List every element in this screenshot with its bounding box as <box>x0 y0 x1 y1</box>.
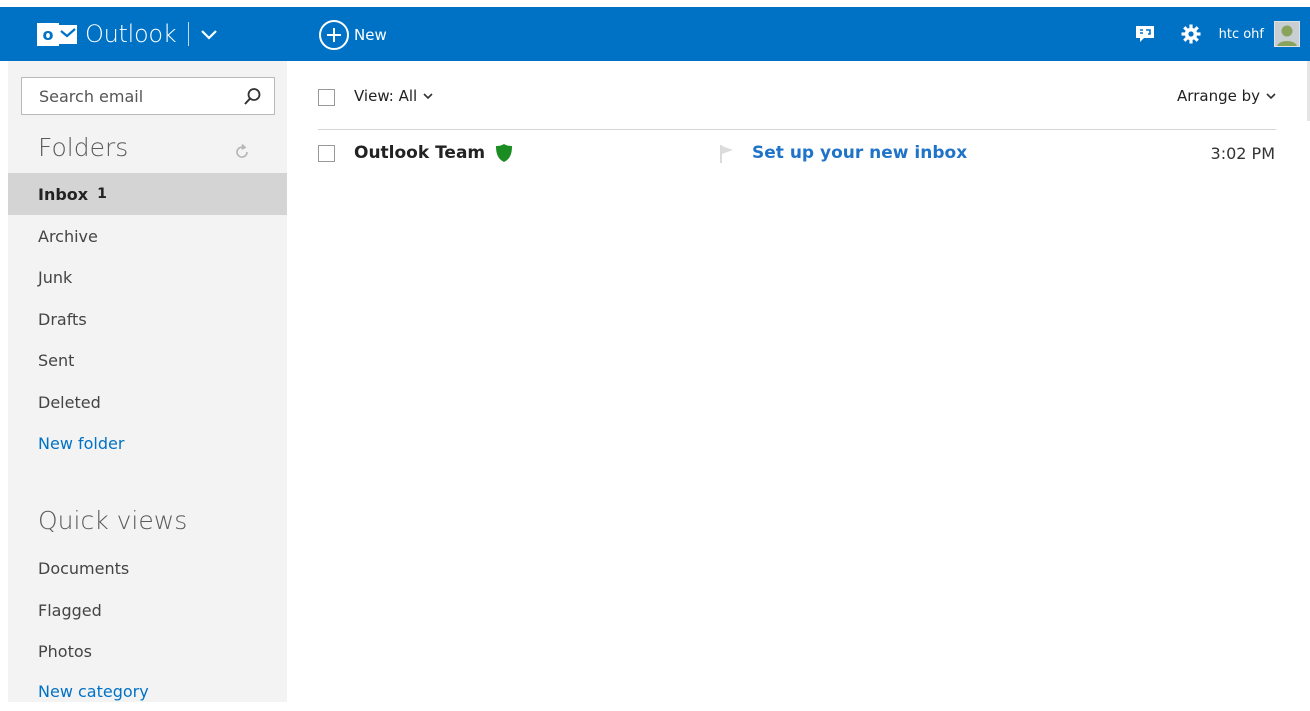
sidebar-item-label: Documents <box>38 558 130 578</box>
new-folder-label: New folder <box>38 433 125 453</box>
message-checkbox[interactable] <box>318 145 335 162</box>
avatar[interactable] <box>1274 21 1300 47</box>
sidebar-item-label: Deleted <box>38 392 101 412</box>
shield-icon <box>496 144 513 162</box>
new-category-link[interactable]: New category <box>8 671 287 711</box>
sidebar-item-label: Junk <box>38 267 73 287</box>
chevron-down-icon <box>1266 93 1276 100</box>
search-icon[interactable] <box>243 87 262 106</box>
quick-views-heading: Quick views <box>38 506 188 535</box>
user-name[interactable]: htc ohf <box>1219 27 1264 42</box>
list-divider <box>318 129 1276 130</box>
refresh-icon[interactable] <box>233 143 251 161</box>
top-right-controls: htc ohf <box>1135 18 1300 50</box>
search-input[interactable]: Search email <box>21 77 275 115</box>
chevron-down-icon <box>423 93 433 100</box>
plus-circle-icon <box>319 20 349 50</box>
sidebar-item-label: Archive <box>38 226 98 246</box>
sidebar-item-label: Flagged <box>38 600 102 620</box>
new-message-button[interactable]: New <box>318 19 387 51</box>
arrange-by-dropdown[interactable]: Arrange by <box>1177 87 1277 105</box>
sidebar-item-flagged[interactable]: Flagged <box>8 589 287 631</box>
sidebar-item-deleted[interactable]: Deleted <box>8 381 287 423</box>
title-divider <box>188 22 190 46</box>
arrange-by-label: Arrange by <box>1177 87 1260 105</box>
message-subject[interactable]: Set up your new inbox <box>752 143 967 163</box>
sidebar-item-inbox[interactable]: Inbox 1 <box>8 173 287 215</box>
top-bar: o Outlook New htc ohf <box>0 7 1310 61</box>
sidebar-item-label: Photos <box>38 641 92 661</box>
sidebar-item-archive[interactable]: Archive <box>8 215 287 257</box>
envelope-icon <box>59 24 77 44</box>
sidebar-item-label: Inbox <box>38 184 89 204</box>
logo-letter: o <box>37 22 59 46</box>
folder-pane: Search email Folders Inbox 1 Archive Jun… <box>8 61 287 702</box>
feedback-icon[interactable] <box>1135 24 1155 44</box>
sidebar-item-drafts[interactable]: Drafts <box>8 298 287 340</box>
sidebar-item-documents[interactable]: Documents <box>8 547 287 589</box>
new-category-label: New category <box>38 681 149 701</box>
chevron-down-icon[interactable] <box>199 24 219 44</box>
sidebar-item-label: Drafts <box>38 309 87 329</box>
message-time: 3:02 PM <box>1210 144 1275 163</box>
select-all-checkbox[interactable] <box>318 89 335 106</box>
message-list-pane: View: All Arrange by Outlook Team Set up… <box>287 61 1310 702</box>
folders-heading: Folders <box>38 133 129 162</box>
person-icon <box>1274 21 1300 47</box>
flag-icon[interactable] <box>718 144 738 164</box>
gear-icon[interactable] <box>1181 24 1201 44</box>
message-sender: Outlook Team <box>354 143 514 163</box>
sidebar-item-junk[interactable]: Junk <box>8 256 287 298</box>
sender-name: Outlook Team <box>354 143 486 163</box>
outlook-logo[interactable]: o Outlook <box>37 20 219 48</box>
sidebar-item-sent[interactable]: Sent <box>8 339 287 381</box>
view-filter-label: View: All <box>354 87 418 105</box>
outlook-logo-icon: o <box>37 21 77 48</box>
new-folder-link[interactable]: New folder <box>8 422 287 464</box>
message-row[interactable]: Outlook Team Set up your new inbox 3:02 … <box>287 133 1310 175</box>
app-title: Outlook <box>85 20 177 48</box>
sidebar-item-photos[interactable]: Photos <box>8 630 287 672</box>
view-filter-dropdown[interactable]: View: All <box>354 87 434 105</box>
sidebar-item-label: Sent <box>38 350 75 370</box>
search-placeholder: Search email <box>39 87 144 106</box>
new-button-label: New <box>354 26 387 44</box>
unread-count: 1 <box>97 186 107 202</box>
